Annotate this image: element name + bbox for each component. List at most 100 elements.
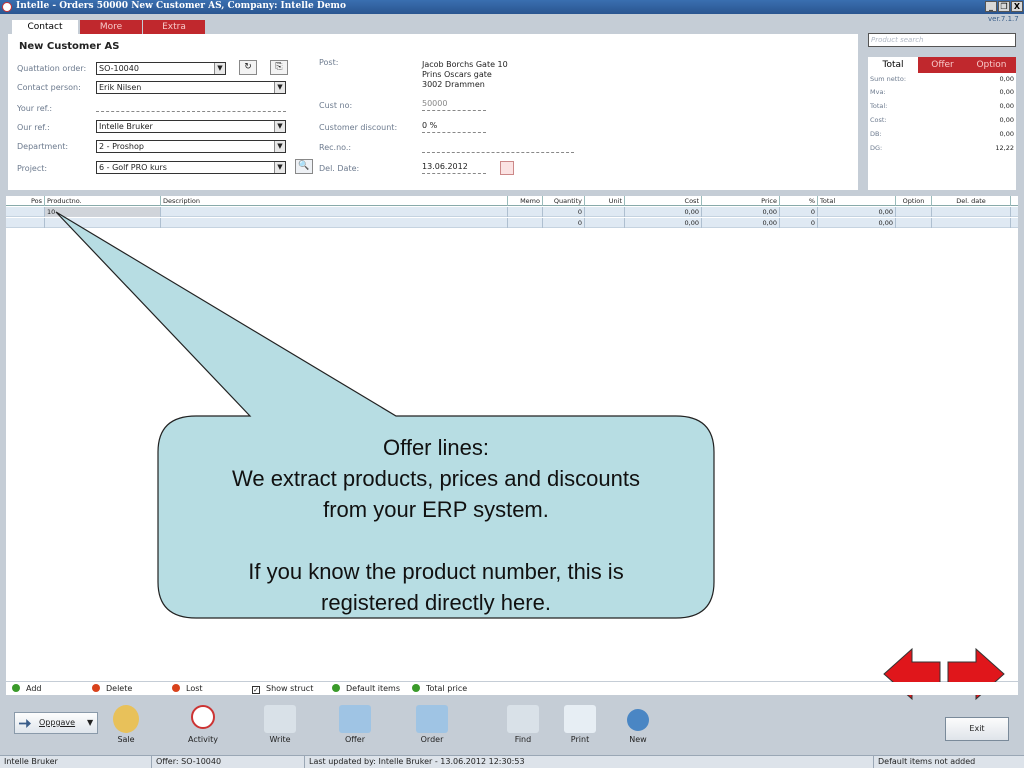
cell-price[interactable]: 0,00: [702, 207, 780, 217]
table-row[interactable]: 10 0 0,00 0,00 0 0,00: [6, 207, 1018, 217]
callout-line: We extract products, prices and discount…: [231, 466, 640, 491]
close-button[interactable]: X: [1011, 1, 1023, 12]
rec-no-field[interactable]: [422, 141, 574, 153]
our-ref-value: Intelle Bruker: [99, 122, 153, 131]
cell-del-date[interactable]: [932, 218, 1011, 228]
offer-button[interactable]: Offer: [327, 705, 383, 745]
chevron-down-icon: ▼: [87, 718, 94, 727]
show-struct-label: Show struct: [266, 684, 314, 693]
find-button[interactable]: Find: [495, 705, 551, 745]
customer-discount-field[interactable]: 0 %: [422, 121, 486, 133]
tab-option[interactable]: Option: [967, 57, 1016, 73]
total-price-button[interactable]: Total price: [412, 682, 467, 695]
cell-option[interactable]: [896, 207, 932, 217]
del-date-label: Del. Date:: [319, 164, 360, 173]
show-struct-checkbox[interactable]: ✓ Show struct: [252, 682, 313, 695]
write-button[interactable]: Write: [252, 705, 308, 745]
exit-button[interactable]: Exit: [945, 717, 1009, 741]
del-date-field[interactable]: 13.06.2012: [422, 162, 486, 174]
chevron-down-icon[interactable]: ▼: [274, 141, 285, 152]
department-select[interactable]: 2 - Proshop ▼: [96, 140, 286, 153]
status-offer: Offer: SO-10040: [152, 756, 305, 768]
cell-cost[interactable]: 0,00: [625, 207, 702, 217]
col-del-date[interactable]: Del. date: [932, 196, 1011, 206]
cell-unit[interactable]: [585, 207, 625, 217]
cell-percent[interactable]: 0: [780, 218, 818, 228]
delete-button[interactable]: Delete: [92, 682, 132, 695]
totals-label: DG:: [870, 144, 883, 152]
totals-row: Sum netto: 0,00: [870, 74, 1014, 85]
quotation-order-value: SO-10040: [99, 64, 139, 73]
col-unit[interactable]: Unit: [585, 196, 625, 206]
chevron-down-icon[interactable]: ▼: [274, 162, 285, 173]
col-productno[interactable]: Productno.: [45, 196, 161, 206]
sale-button[interactable]: Sale: [98, 705, 154, 745]
col-pos[interactable]: Pos: [6, 196, 45, 206]
order-doc-icon: [416, 705, 448, 733]
col-memo[interactable]: Memo: [508, 196, 543, 206]
cell-del-date[interactable]: [932, 207, 1011, 217]
cell-memo[interactable]: [508, 207, 543, 217]
contact-person-select[interactable]: Erik Nilsen ▼: [96, 81, 286, 94]
minimize-button[interactable]: _: [985, 1, 997, 12]
cell-description[interactable]: [161, 207, 508, 217]
lost-button[interactable]: Lost: [172, 682, 203, 695]
default-items-button[interactable]: Default items: [332, 682, 400, 695]
cell-unit[interactable]: [585, 218, 625, 228]
tab-more[interactable]: More: [80, 20, 142, 34]
tab-total[interactable]: Total: [868, 57, 918, 73]
col-option[interactable]: Option: [896, 196, 932, 206]
cell-cost[interactable]: 0,00: [625, 218, 702, 228]
order-button[interactable]: Order: [404, 705, 460, 745]
cell-price[interactable]: 0,00: [702, 218, 780, 228]
col-cost[interactable]: Cost: [625, 196, 702, 206]
contact-person-value: Erik Nilsen: [99, 83, 142, 92]
col-quantity[interactable]: Quantity: [543, 196, 585, 206]
table-row[interactable]: 0 0,00 0,00 0 0,00: [6, 218, 1018, 228]
totals-row: Cost: 0,00: [870, 115, 1014, 126]
oppgave-dropdown[interactable]: Oppgave ▼: [14, 712, 98, 734]
cell-description[interactable]: [161, 218, 508, 228]
app-logo-icon: [2, 2, 12, 12]
restore-button[interactable]: ❐: [998, 1, 1010, 12]
post-line-3: 3002 Drammen: [422, 80, 485, 89]
search-icon: 🔍: [298, 161, 310, 171]
totals-label: Sum netto:: [870, 75, 907, 83]
print-button[interactable]: Print: [552, 705, 608, 745]
project-search-button[interactable]: 🔍: [295, 159, 313, 174]
col-price[interactable]: Price: [702, 196, 780, 206]
chevron-down-icon[interactable]: ▼: [274, 121, 285, 132]
project-select[interactable]: 6 - Golf PRO kurs ▼: [96, 161, 286, 174]
chevron-down-icon[interactable]: ▼: [274, 82, 285, 93]
col-total[interactable]: Total: [818, 196, 896, 206]
cell-quantity[interactable]: 0: [543, 218, 585, 228]
cell-productno-input[interactable]: 10: [45, 207, 161, 217]
tab-extra[interactable]: Extra: [143, 20, 205, 34]
product-search-input[interactable]: Product search: [868, 33, 1016, 47]
our-ref-select[interactable]: Intelle Bruker ▼: [96, 120, 286, 133]
new-button[interactable]: New: [610, 705, 666, 745]
cell-productno-input[interactable]: [45, 218, 161, 228]
printer-icon: [564, 705, 596, 733]
totals-value: 0,00: [999, 75, 1014, 83]
col-description[interactable]: Description: [161, 196, 508, 206]
activity-button[interactable]: Activity: [175, 705, 231, 745]
col-percent[interactable]: %: [780, 196, 818, 206]
cell-percent[interactable]: 0: [780, 207, 818, 217]
chevron-down-icon[interactable]: ▼: [214, 63, 225, 74]
your-ref-field[interactable]: [96, 100, 286, 112]
status-user: Intelle Bruker: [0, 756, 152, 768]
cell-option[interactable]: [896, 218, 932, 228]
totals-row: Mva: 0,00: [870, 87, 1014, 98]
callout-title: Offer lines:: [383, 435, 489, 460]
tab-offer[interactable]: Offer: [918, 57, 967, 73]
tab-contact[interactable]: Contact: [12, 20, 78, 34]
calendar-icon[interactable]: [500, 161, 514, 175]
cell-memo[interactable]: [508, 218, 543, 228]
add-button[interactable]: Add: [12, 682, 42, 695]
refresh-button[interactable]: ↻: [239, 60, 257, 75]
cust-no-field[interactable]: 50000: [422, 99, 486, 111]
copy-button[interactable]: ⎘: [270, 60, 288, 75]
quotation-order-select[interactable]: SO-10040 ▼: [96, 62, 226, 75]
cell-quantity[interactable]: 0: [543, 207, 585, 217]
